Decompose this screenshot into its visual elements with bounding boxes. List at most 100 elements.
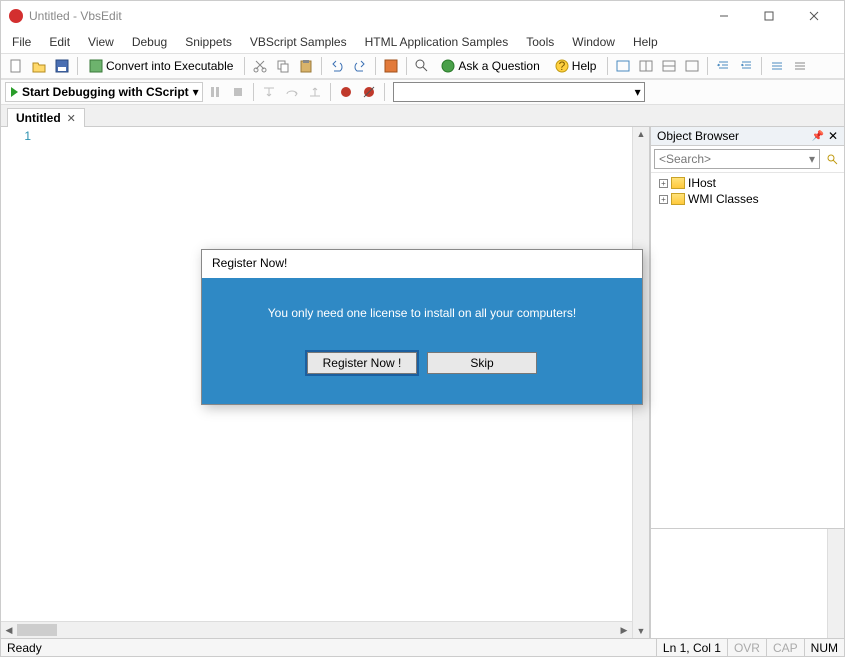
close-button[interactable] xyxy=(791,2,836,30)
scroll-thumb[interactable] xyxy=(17,624,57,636)
dialog-title: Register Now! xyxy=(202,250,642,278)
panel-close-icon[interactable]: ✕ xyxy=(828,129,838,143)
menu-file[interactable]: File xyxy=(3,33,40,51)
save-button[interactable] xyxy=(51,55,73,77)
status-position: Ln 1, Col 1 xyxy=(656,639,727,656)
window-tool-4[interactable] xyxy=(681,55,703,77)
separator xyxy=(321,57,322,75)
window-tool-1[interactable] xyxy=(612,55,634,77)
toolbar-debug: Start Debugging with CScript ▾ ▾ xyxy=(1,79,844,105)
library-icon xyxy=(671,177,685,189)
document-tabs: Untitled ✕ xyxy=(1,105,844,127)
menu-view[interactable]: View xyxy=(79,33,123,51)
maximize-button[interactable] xyxy=(746,2,791,30)
window-tool-3[interactable] xyxy=(658,55,680,77)
line-number: 1 xyxy=(1,129,31,143)
tab-close-icon[interactable]: ✕ xyxy=(67,112,76,125)
indent-dec-button[interactable] xyxy=(712,55,734,77)
menu-window[interactable]: Window xyxy=(563,33,624,51)
register-now-button[interactable]: Register Now ! xyxy=(307,352,417,374)
menubar: File Edit View Debug Snippets VBScript S… xyxy=(1,31,844,53)
ask-question-button[interactable]: Ask a Question xyxy=(434,55,546,77)
scroll-track[interactable] xyxy=(17,622,616,638)
debug-label: Start Debugging with CScript xyxy=(22,85,189,99)
app-icon xyxy=(9,9,23,23)
separator xyxy=(707,57,708,75)
scroll-up-icon[interactable]: ▲ xyxy=(633,127,649,141)
open-file-button[interactable] xyxy=(28,55,50,77)
search-go-button[interactable] xyxy=(823,149,841,169)
node-label: IHost xyxy=(688,176,716,190)
menu-html-app-samples[interactable]: HTML Application Samples xyxy=(356,33,518,51)
start-debugging-button[interactable]: Start Debugging with CScript ▾ xyxy=(5,82,203,102)
menu-debug[interactable]: Debug xyxy=(123,33,176,51)
status-ready: Ready xyxy=(1,639,48,656)
copy-button[interactable] xyxy=(272,55,294,77)
search-placeholder: <Search> xyxy=(659,152,711,166)
menu-edit[interactable]: Edit xyxy=(40,33,79,51)
help-button[interactable]: ? Help xyxy=(548,55,604,77)
dialog-buttons: Register Now ! Skip xyxy=(212,352,632,374)
convert-executable-button[interactable]: Convert into Executable xyxy=(82,55,240,77)
menu-help[interactable]: Help xyxy=(624,33,667,51)
separator xyxy=(77,57,78,75)
minimize-button[interactable] xyxy=(701,2,746,30)
pause-button[interactable] xyxy=(204,81,226,103)
window-title: Untitled - VbsEdit xyxy=(29,9,701,23)
separator xyxy=(330,83,331,101)
debug-target-combo[interactable]: ▾ xyxy=(393,82,645,102)
dialog-message: You only need one license to install on … xyxy=(212,306,632,320)
node-label: WMI Classes xyxy=(688,192,759,206)
scroll-down-icon[interactable]: ▼ xyxy=(633,624,649,638)
pin-icon[interactable]: 📌 xyxy=(811,131,823,142)
scroll-right-icon[interactable]: ▶ xyxy=(616,625,632,636)
menu-vbscript-samples[interactable]: VBScript Samples xyxy=(241,33,356,51)
chevron-down-icon: ▾ xyxy=(193,85,199,99)
undo-button[interactable] xyxy=(326,55,348,77)
step-out-button[interactable] xyxy=(304,81,326,103)
clear-breakpoints-button[interactable] xyxy=(358,81,380,103)
object-tree: + IHost + WMI Classes xyxy=(651,173,844,528)
separator xyxy=(384,83,385,101)
object-browser-panel: Object Browser 📌 ✕ <Search> ▾ + IHost + … xyxy=(650,127,844,638)
expand-icon[interactable]: + xyxy=(659,195,668,204)
tree-node-wmi[interactable]: + WMI Classes xyxy=(651,191,844,207)
skip-button[interactable]: Skip xyxy=(427,352,537,374)
step-into-button[interactable] xyxy=(258,81,280,103)
cut-button[interactable] xyxy=(249,55,271,77)
run-button[interactable] xyxy=(380,55,402,77)
tab-untitled[interactable]: Untitled ✕ xyxy=(7,108,85,127)
detail-vscrollbar[interactable] xyxy=(827,529,844,638)
separator xyxy=(406,57,407,75)
find-button[interactable] xyxy=(411,55,433,77)
titlebar: Untitled - VbsEdit xyxy=(1,1,844,31)
register-dialog: Register Now! You only need one license … xyxy=(201,249,643,405)
uncomment-button[interactable] xyxy=(789,55,811,77)
chevron-down-icon: ▾ xyxy=(809,152,815,166)
tree-node-ihost[interactable]: + IHost xyxy=(651,175,844,191)
new-file-button[interactable] xyxy=(5,55,27,77)
ask-label: Ask a Question xyxy=(458,59,539,73)
editor-hscrollbar[interactable]: ◀ ▶ xyxy=(1,621,632,638)
svg-text:?: ? xyxy=(558,59,565,73)
chevron-down-icon: ▾ xyxy=(635,85,641,99)
window-tool-2[interactable] xyxy=(635,55,657,77)
search-row: <Search> ▾ xyxy=(651,146,844,173)
stop-button[interactable] xyxy=(227,81,249,103)
expand-icon[interactable]: + xyxy=(659,179,668,188)
step-over-button[interactable] xyxy=(281,81,303,103)
comment-button[interactable] xyxy=(766,55,788,77)
redo-button[interactable] xyxy=(349,55,371,77)
paste-button[interactable] xyxy=(295,55,317,77)
menu-tools[interactable]: Tools xyxy=(517,33,563,51)
menu-snippets[interactable]: Snippets xyxy=(176,33,241,51)
indent-inc-button[interactable] xyxy=(735,55,757,77)
breakpoint-button[interactable] xyxy=(335,81,357,103)
scroll-left-icon[interactable]: ◀ xyxy=(1,625,17,636)
search-input[interactable]: <Search> ▾ xyxy=(654,149,820,169)
statusbar: Ready Ln 1, Col 1 OVR CAP NUM xyxy=(1,638,844,656)
separator xyxy=(375,57,376,75)
library-icon xyxy=(671,193,685,205)
toolbar-main: Convert into Executable Ask a Question ?… xyxy=(1,53,844,79)
convert-label: Convert into Executable xyxy=(106,59,233,73)
